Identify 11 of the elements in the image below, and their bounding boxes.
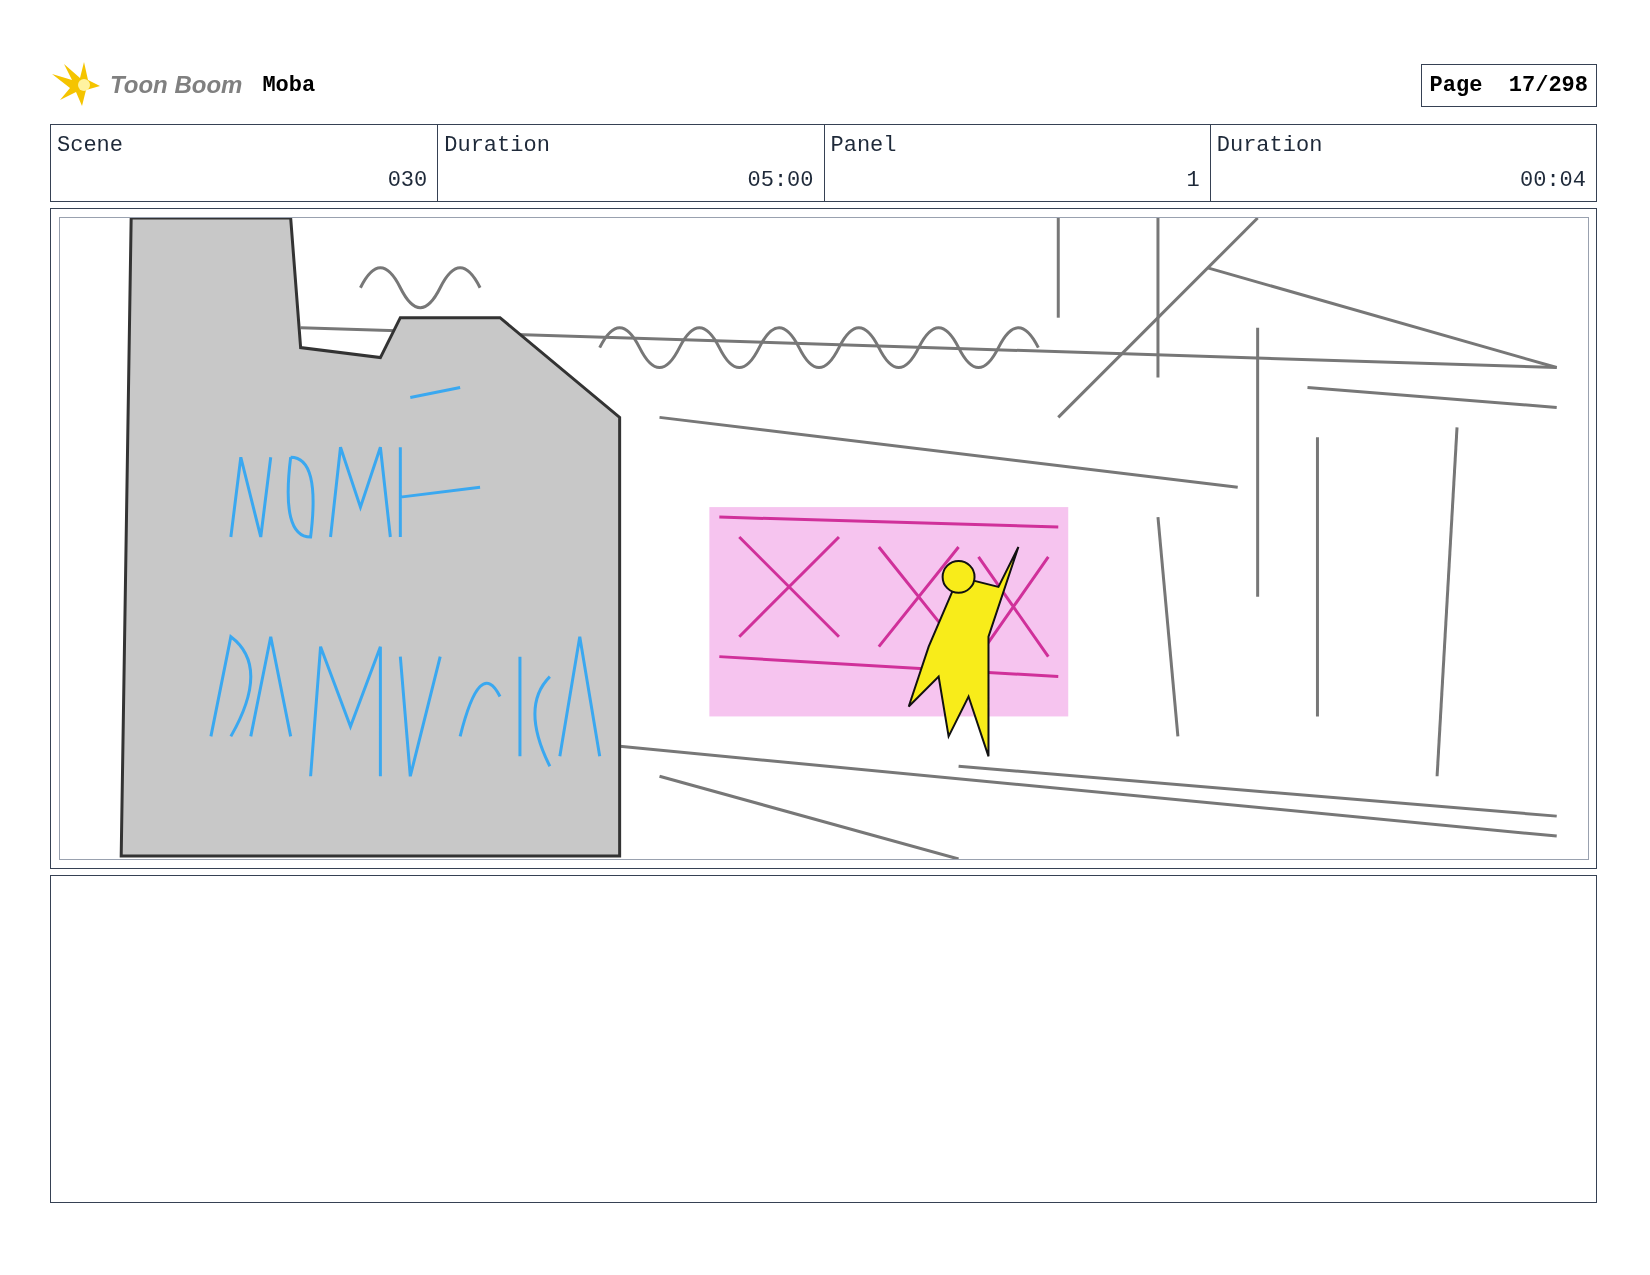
field-value: 05:00 [747, 167, 814, 195]
project-title: Moba [262, 71, 316, 100]
brand-name: Toon Boom [110, 70, 243, 100]
field-label: Duration [444, 132, 551, 160]
field-label: Scene [57, 132, 124, 160]
field-value: 030 [387, 167, 428, 195]
field-value: 00:04 [1520, 167, 1586, 195]
field-value: 1 [1186, 167, 1200, 195]
page-number: Page 17/298 [1420, 63, 1597, 107]
field-label: Panel [830, 132, 898, 160]
field-label: Duration [1216, 132, 1324, 160]
